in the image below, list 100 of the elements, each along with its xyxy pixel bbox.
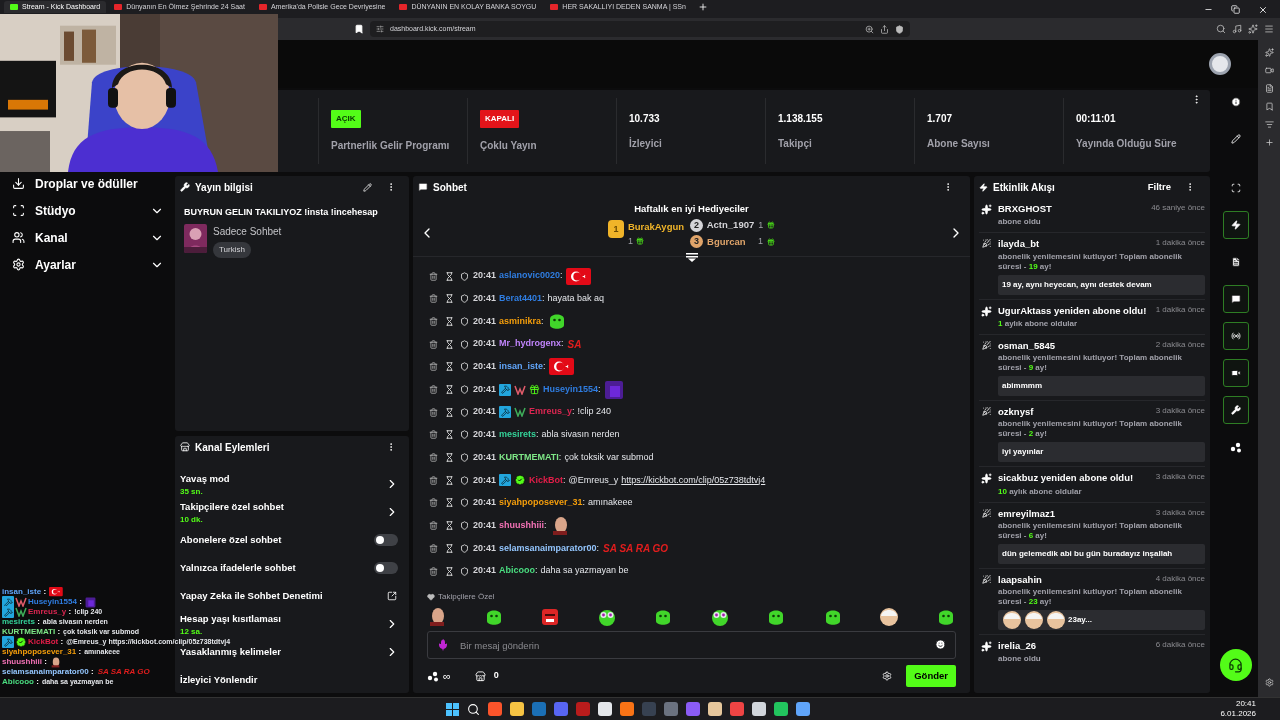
rail-button[interactable] — [1222, 285, 1249, 313]
hammer-badge — [499, 383, 512, 396]
share-icon[interactable] — [880, 24, 889, 34]
delete-icon[interactable] — [429, 271, 438, 281]
chat-username[interactable]: Huseyin1554: — [543, 382, 601, 397]
favicon-icon — [114, 4, 123, 10]
timeout-icon[interactable] — [445, 271, 454, 281]
document-icon — [1230, 257, 1241, 267]
menu-icon[interactable] — [1264, 24, 1274, 34]
timeout-icon[interactable] — [445, 316, 454, 326]
edit-icon[interactable] — [363, 182, 372, 192]
store-icon[interactable] — [474, 670, 486, 682]
support-button[interactable] — [1219, 649, 1252, 681]
chat-username: mesirets : — [2, 618, 40, 626]
message-time: 20:41 — [473, 314, 497, 328]
chat-username[interactable]: aslanovic0020: — [499, 269, 563, 283]
dots-icon[interactable] — [1229, 441, 1242, 453]
delete-icon[interactable] — [429, 407, 438, 417]
new-tab-button[interactable] — [697, 2, 708, 12]
delete-icon[interactable] — [429, 316, 438, 326]
sparkle-icon[interactable] — [1264, 48, 1274, 57]
points-icon[interactable] — [427, 670, 439, 682]
broadcast-icon — [1230, 331, 1241, 341]
timeout-icon[interactable] — [445, 498, 454, 508]
send-button[interactable]: Gönder — [906, 665, 956, 687]
rail-button[interactable] — [1222, 396, 1249, 424]
timeout-icon[interactable] — [445, 475, 454, 485]
delete-icon[interactable] — [429, 294, 438, 304]
timeout-icon[interactable] — [445, 453, 454, 463]
square-emote — [603, 379, 624, 400]
sidebar-item[interactable]: Ayarlar — [8, 253, 164, 276]
chat-username[interactable]: Mr_hydrogenx: — [499, 337, 564, 351]
delete-icon[interactable] — [429, 521, 438, 531]
close-icon[interactable] — [1258, 4, 1268, 15]
chat-username[interactable]: selamsanaimparator00: — [499, 541, 600, 556]
chat-username[interactable]: mesirets: — [499, 428, 539, 442]
timeout-icon[interactable] — [445, 362, 454, 372]
delete-icon[interactable] — [429, 475, 438, 485]
event-title: laapsahin — [998, 572, 1043, 587]
emoji-icon[interactable] — [935, 639, 946, 650]
sidebar-item[interactable]: Kanal — [8, 226, 164, 249]
sidebar-item[interactable]: Stüdyo — [8, 199, 164, 222]
toggle-switch[interactable] — [374, 534, 398, 546]
timeout-icon[interactable] — [445, 543, 454, 553]
party-popper-icon — [981, 340, 991, 350]
restore-icon[interactable] — [1231, 5, 1240, 14]
add-icon[interactable] — [1264, 138, 1274, 147]
event-note: abonelik yenilemesini kutluyor! Toplam abonelik süresi - 9 ay! — [998, 353, 1183, 373]
sidebar-item[interactable]: Droplar ve ödüller — [8, 172, 164, 195]
profile-avatar[interactable] — [1209, 53, 1231, 75]
mic-icon[interactable] — [437, 639, 449, 651]
filter-button[interactable]: Filtre — [1147, 179, 1171, 195]
music-icon[interactable] — [1232, 24, 1242, 34]
flag-emote — [548, 358, 574, 376]
event-title: ilayda_bt — [998, 237, 1041, 252]
toggle-switch[interactable] — [374, 562, 398, 574]
timeout-icon[interactable] — [445, 566, 454, 576]
delete-icon[interactable] — [429, 566, 438, 576]
message-link[interactable]: https://kickbot.com/clip/05z738tdtvj4 — [621, 473, 766, 488]
delete-icon[interactable] — [429, 453, 438, 463]
shield-icon[interactable] — [895, 24, 904, 34]
rail-button[interactable] — [1222, 359, 1249, 387]
event-title: emreyilmaz1 — [998, 506, 1057, 521]
timeout-icon[interactable] — [445, 385, 454, 395]
delete-icon[interactable] — [429, 543, 438, 553]
status-badge: KAPALI — [480, 109, 520, 128]
chat-username[interactable]: KickBot: — [529, 473, 566, 488]
message-time: 20:41 — [473, 360, 497, 374]
rail-button[interactable] — [1222, 211, 1249, 239]
chat-username[interactable]: insan_iste: — [499, 360, 546, 374]
chat-username[interactable]: siyahpoposever_31: — [499, 496, 586, 510]
timeout-icon[interactable] — [445, 430, 454, 440]
chat-username[interactable]: shuushhiii: — [499, 518, 547, 533]
delete-icon[interactable] — [429, 339, 438, 349]
start-icon[interactable] — [446, 702, 459, 716]
event-time: 3 dakika önce — [1155, 471, 1205, 484]
chat-username[interactable]: Emreus_y: — [529, 405, 575, 419]
delete-icon[interactable] — [429, 362, 438, 372]
delete-icon[interactable] — [429, 498, 438, 508]
bookmark-icon[interactable] — [354, 24, 364, 34]
collapse-icon[interactable] — [685, 252, 698, 262]
list-icon[interactable] — [1264, 120, 1274, 129]
delete-icon[interactable] — [429, 385, 438, 395]
rail-button[interactable] — [1222, 322, 1249, 350]
chat-username[interactable]: asminikra: — [499, 314, 544, 329]
chat-username[interactable]: KURTMEMATI: — [499, 450, 562, 465]
camera-icon[interactable] — [1264, 66, 1274, 75]
settings-icon[interactable] — [1264, 678, 1274, 687]
chat-username[interactable]: Berat4401: — [499, 292, 545, 306]
chat-username[interactable]: Abicooo: — [499, 564, 538, 578]
external-link-icon[interactable] — [387, 591, 397, 601]
delete-icon[interactable] — [429, 430, 438, 440]
sparkle-icon[interactable] — [1248, 24, 1258, 34]
timeout-icon[interactable] — [445, 294, 454, 304]
search-icon[interactable] — [467, 702, 480, 716]
zoom-icon[interactable] — [865, 24, 874, 34]
timeout-icon[interactable] — [445, 407, 454, 417]
timeout-icon[interactable] — [445, 521, 454, 531]
timeout-icon[interactable] — [445, 339, 454, 349]
message-field[interactable]: Bir mesaj gönderin — [427, 631, 956, 659]
